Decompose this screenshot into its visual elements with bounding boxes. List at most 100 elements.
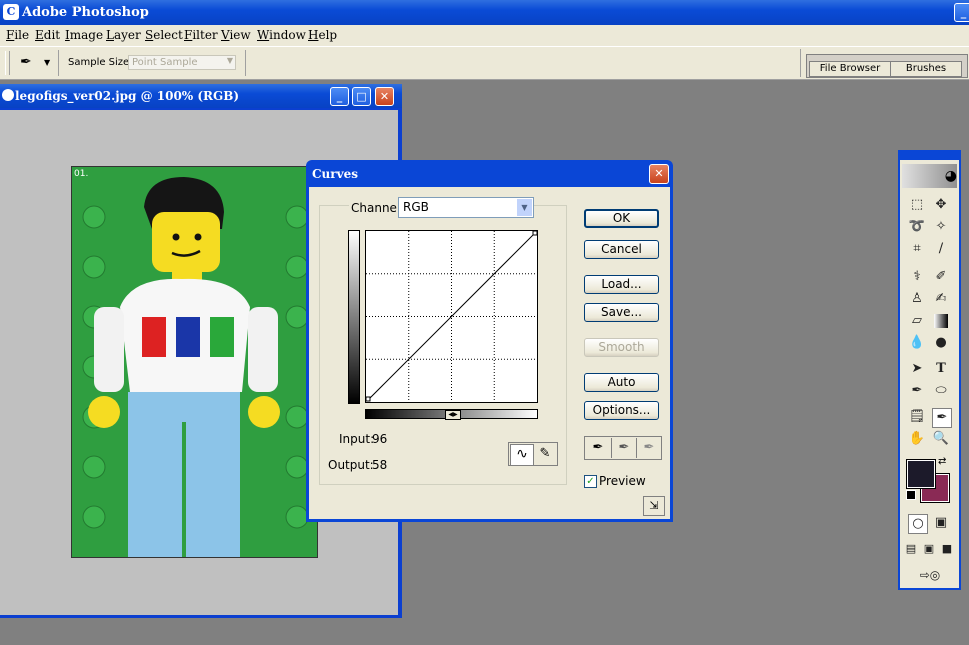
- white-eyedropper-icon[interactable]: ✒: [636, 438, 661, 458]
- pencil-icon[interactable]: ✎: [534, 444, 556, 464]
- menu-view[interactable]: View: [221, 28, 251, 42]
- menu-file[interactable]: File: [6, 28, 29, 42]
- foreground-color-swatch[interactable]: [906, 459, 936, 489]
- standard-mode-icon[interactable]: ○: [908, 514, 928, 534]
- notes-icon[interactable]: 🗒: [908, 408, 926, 426]
- gradient-icon[interactable]: [934, 314, 948, 328]
- channel-value: RGB: [403, 200, 429, 214]
- channel-select[interactable]: RGB ▼: [398, 197, 534, 218]
- cancel-button-label: Cancel: [601, 242, 642, 256]
- brush-icon[interactable]: ✐: [932, 268, 950, 286]
- input-value: 96: [372, 432, 388, 446]
- history-brush-icon[interactable]: ✍: [932, 290, 950, 308]
- blur-icon[interactable]: 💧: [908, 334, 926, 352]
- menu-window[interactable]: Window: [257, 28, 306, 42]
- default-colors-icon[interactable]: [906, 490, 916, 500]
- menu-select[interactable]: Select: [145, 28, 183, 42]
- curves-title-bar: Curves ✕: [306, 160, 673, 187]
- type-icon[interactable]: T: [932, 360, 950, 378]
- lasso-icon[interactable]: ➰: [908, 218, 926, 236]
- tab-brushes[interactable]: Brushes: [890, 61, 962, 77]
- tool-preset-eyedropper-icon[interactable]: ✒: [20, 54, 40, 72]
- ok-button[interactable]: OK: [584, 209, 659, 228]
- tool-preset-chevron-down-icon[interactable]: ▼: [44, 58, 50, 67]
- output-value: 58: [372, 458, 388, 472]
- menu-bar: File Edit Image Layer Select Filter View…: [0, 25, 969, 46]
- smooth-button[interactable]: Smooth: [584, 338, 659, 357]
- menu-edit[interactable]: Edit: [35, 28, 60, 42]
- dodge-icon[interactable]: ●: [932, 334, 950, 352]
- quick-mask-icon[interactable]: ▣: [932, 514, 950, 532]
- menu-layer[interactable]: Layer: [106, 28, 141, 42]
- input-label: Input:: [339, 432, 375, 446]
- lego-figure-image: [72, 167, 317, 557]
- close-button[interactable]: ✕: [375, 87, 394, 106]
- curve-grid: [366, 231, 537, 402]
- curve-tool-group: ∿ ✎: [508, 442, 558, 466]
- save-button[interactable]: Save...: [584, 303, 659, 322]
- expand-dialog-icon[interactable]: ⇲: [643, 496, 665, 516]
- healing-brush-icon[interactable]: ⚕: [908, 268, 926, 286]
- jump-to-imageready-icon[interactable]: ⇨◎: [908, 566, 952, 584]
- shape-icon[interactable]: ⬭: [932, 382, 950, 400]
- options-divider: [245, 50, 246, 76]
- auto-button[interactable]: Auto: [584, 373, 659, 392]
- magic-wand-icon[interactable]: ✧: [932, 218, 950, 236]
- image-badge-label: 01.: [74, 169, 89, 179]
- pen-icon[interactable]: ✒: [908, 382, 926, 400]
- close-button[interactable]: ✕: [649, 164, 669, 184]
- crop-icon[interactable]: ⌗: [908, 240, 926, 258]
- move-icon[interactable]: ✥: [932, 196, 950, 214]
- menu-help[interactable]: Help: [308, 28, 337, 42]
- gradient-toggle-icon[interactable]: ◀▶: [445, 410, 461, 420]
- cancel-button[interactable]: Cancel: [584, 240, 659, 259]
- menu-filter[interactable]: Filter: [184, 28, 218, 42]
- options-button-label: Options...: [592, 403, 651, 417]
- marquee-icon[interactable]: ⬚: [908, 196, 926, 214]
- sample-size-select[interactable]: Point Sample ▼: [128, 55, 236, 70]
- toolbox-title-bar: [900, 152, 959, 160]
- palette-well-inner: File Browser Brushes: [806, 54, 968, 78]
- slice-icon[interactable]: ∕: [932, 240, 950, 258]
- adobe-logo[interactable]: ◕: [902, 164, 957, 188]
- screen-mode-full-menu-icon[interactable]: ▣: [922, 540, 936, 558]
- eyedropper-group: ✒ ✒ ✒: [584, 436, 662, 460]
- tab-file-browser[interactable]: File Browser: [809, 61, 891, 77]
- minimize-button[interactable]: _: [954, 3, 969, 22]
- minimize-button[interactable]: _: [330, 87, 349, 106]
- document-title: legofigs_ver02.jpg @ 100% (RGB): [15, 89, 240, 103]
- eyedropper-icon[interactable]: ✒: [932, 408, 952, 428]
- document-icon: [2, 89, 14, 101]
- menu-image[interactable]: Image: [65, 28, 103, 42]
- curve-graph[interactable]: [365, 230, 538, 403]
- screen-mode-full-icon[interactable]: ■: [940, 540, 954, 558]
- options-button[interactable]: Options...: [584, 401, 659, 420]
- gray-eyedropper-icon[interactable]: ✒: [611, 438, 636, 458]
- toolbox: ◕ ⬚ ✥ ➰ ✧ ⌗ ∕ ⚕ ✐ ♙ ✍ ▱ 💧 ● ➤ T ✒ ⬭ 🗒 ✒ …: [898, 150, 961, 590]
- palette-well: File Browser Brushes: [800, 49, 969, 78]
- photoshop-app-icon: C: [3, 4, 19, 20]
- image-badge: 01.: [74, 169, 88, 179]
- curve-smooth-tool-icon[interactable]: ∿: [510, 444, 534, 466]
- ok-button-label: OK: [612, 211, 631, 225]
- screen-mode-standard-icon[interactable]: ▤: [904, 540, 918, 558]
- hand-icon[interactable]: ✋: [908, 430, 926, 448]
- curve-endpoint-shadows: [366, 396, 371, 402]
- load-button-label: Load...: [601, 277, 642, 291]
- black-eyedropper-icon[interactable]: ✒: [586, 438, 610, 458]
- app-title: Adobe Photoshop: [22, 5, 149, 20]
- maximize-button[interactable]: □: [352, 87, 371, 106]
- load-button[interactable]: Load...: [584, 275, 659, 294]
- chevron-down-icon: ▼: [226, 56, 233, 65]
- sample-size-value: Point Sample: [132, 57, 198, 68]
- eraser-icon[interactable]: ▱: [908, 312, 926, 330]
- preview-checkbox[interactable]: ✓: [584, 475, 597, 488]
- chevron-down-icon[interactable]: ▼: [517, 199, 532, 216]
- path-select-icon[interactable]: ➤: [908, 360, 926, 378]
- zoom-icon[interactable]: 🔍: [932, 430, 950, 448]
- document-image[interactable]: 01.: [71, 166, 318, 558]
- swap-colors-icon[interactable]: ⇄: [938, 456, 946, 467]
- options-divider: [58, 50, 59, 76]
- curves-dialog-body: Channel: RGB ▼ ◀▶ Input: 96 Output: 58 ∿…: [309, 187, 670, 519]
- stamp-icon[interactable]: ♙: [908, 290, 926, 308]
